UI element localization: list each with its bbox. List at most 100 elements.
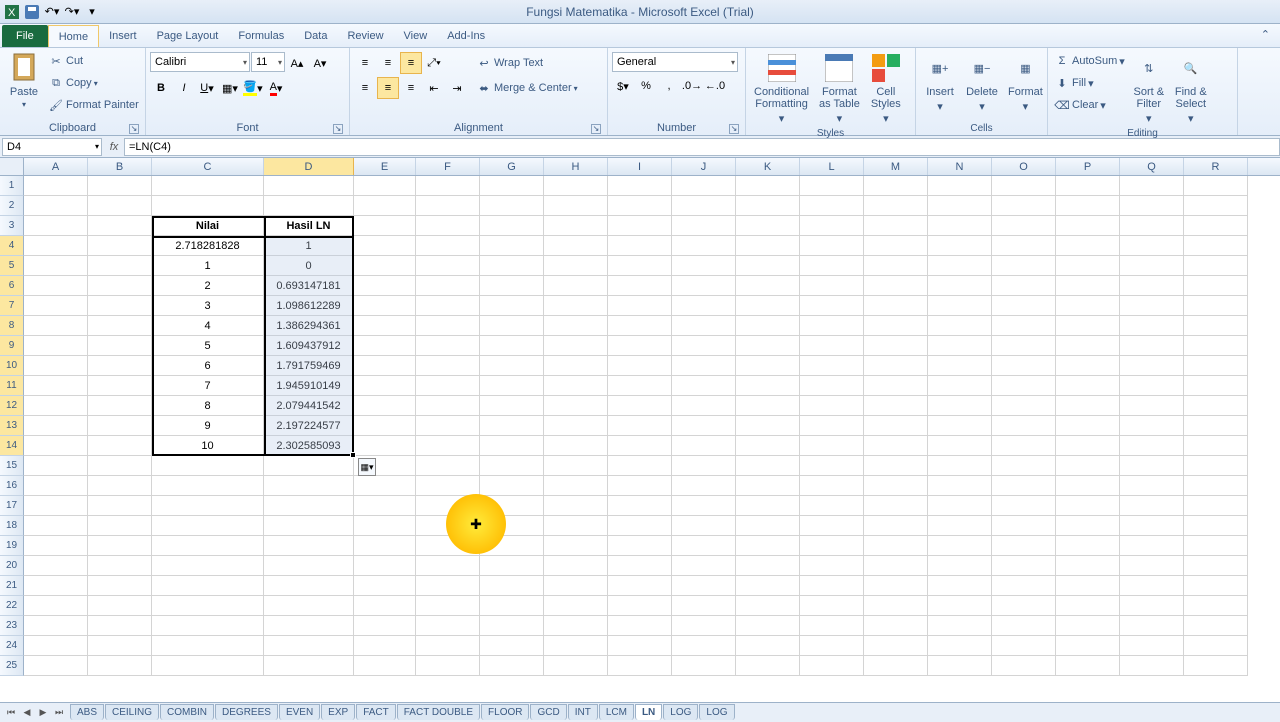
cell[interactable] — [992, 536, 1056, 556]
cell[interactable] — [544, 636, 608, 656]
cell[interactable] — [544, 616, 608, 636]
cell[interactable] — [88, 616, 152, 636]
cell[interactable] — [416, 256, 480, 276]
cell[interactable] — [24, 196, 88, 216]
cell[interactable] — [1120, 656, 1184, 676]
fx-icon[interactable]: fx — [104, 141, 124, 153]
cell[interactable] — [24, 296, 88, 316]
sheet-tab-gcd[interactable]: GCD — [530, 704, 566, 720]
cell[interactable] — [354, 656, 416, 676]
find-select-button[interactable]: 🔍Find & Select▾ — [1171, 50, 1211, 127]
cell[interactable] — [416, 436, 480, 456]
cell[interactable] — [672, 196, 736, 216]
cell[interactable] — [88, 196, 152, 216]
grow-font-button[interactable]: A▴ — [286, 52, 308, 74]
cell[interactable] — [864, 316, 928, 336]
cell[interactable] — [992, 596, 1056, 616]
row-header-1[interactable]: 1 — [0, 176, 24, 196]
cell-styles-button[interactable]: Cell Styles▾ — [866, 50, 906, 127]
row-header-20[interactable]: 20 — [0, 556, 24, 576]
cell[interactable] — [416, 376, 480, 396]
align-middle-button[interactable]: ≡ — [377, 52, 399, 74]
cell[interactable] — [88, 636, 152, 656]
cell[interactable] — [736, 616, 800, 636]
cell[interactable] — [152, 176, 264, 196]
cell[interactable] — [88, 436, 152, 456]
cell[interactable] — [800, 476, 864, 496]
col-header-F[interactable]: F — [416, 158, 480, 175]
cell[interactable] — [736, 536, 800, 556]
cell[interactable] — [152, 516, 264, 536]
cell[interactable] — [152, 596, 264, 616]
cell[interactable] — [480, 356, 544, 376]
col-header-A[interactable]: A — [24, 158, 88, 175]
cell[interactable] — [928, 636, 992, 656]
cell[interactable] — [264, 196, 354, 216]
cell[interactable] — [88, 576, 152, 596]
cell[interactable] — [88, 476, 152, 496]
row-header-3[interactable]: 3 — [0, 216, 24, 236]
cell[interactable] — [354, 516, 416, 536]
sheet-tab-lcm[interactable]: LCM — [599, 704, 634, 720]
fill-handle[interactable] — [350, 452, 356, 458]
cell[interactable] — [1056, 376, 1120, 396]
cell[interactable] — [1184, 196, 1248, 216]
cell[interactable] — [354, 216, 416, 236]
row-header-12[interactable]: 12 — [0, 396, 24, 416]
sheet-tab-fact[interactable]: FACT — [356, 704, 396, 720]
cell[interactable] — [992, 256, 1056, 276]
cell[interactable] — [354, 436, 416, 456]
cell[interactable] — [264, 636, 354, 656]
cell[interactable] — [354, 176, 416, 196]
cell[interactable] — [354, 256, 416, 276]
cell[interactable] — [480, 476, 544, 496]
tab-page-layout[interactable]: Page Layout — [147, 25, 229, 47]
name-box[interactable]: D4 — [2, 138, 102, 156]
cell[interactable]: 5 — [152, 336, 264, 356]
cell[interactable]: 7 — [152, 376, 264, 396]
cell[interactable] — [992, 296, 1056, 316]
cell[interactable] — [24, 376, 88, 396]
cell[interactable] — [416, 196, 480, 216]
cell[interactable] — [928, 436, 992, 456]
align-right-button[interactable]: ≡ — [400, 77, 422, 99]
cell[interactable] — [608, 456, 672, 476]
sheet-tab-fact-double[interactable]: FACT DOUBLE — [397, 704, 480, 720]
underline-button[interactable]: U▾ — [196, 77, 218, 99]
row-header-19[interactable]: 19 — [0, 536, 24, 556]
cell[interactable] — [544, 256, 608, 276]
cell[interactable] — [480, 576, 544, 596]
cell[interactable] — [1184, 556, 1248, 576]
cell[interactable] — [88, 536, 152, 556]
cell[interactable] — [1056, 656, 1120, 676]
cell[interactable] — [544, 456, 608, 476]
cell[interactable] — [24, 636, 88, 656]
cell[interactable] — [152, 196, 264, 216]
file-tab[interactable]: File — [2, 25, 48, 47]
cell[interactable] — [864, 656, 928, 676]
row-header-18[interactable]: 18 — [0, 516, 24, 536]
cell[interactable] — [152, 616, 264, 636]
cell[interactable] — [1120, 376, 1184, 396]
cell[interactable]: 1.791759469 — [264, 356, 354, 376]
clear-button[interactable]: ⌫Clear▾ — [1052, 94, 1127, 116]
cell[interactable] — [24, 436, 88, 456]
font-color-button[interactable]: A▾ — [265, 77, 287, 99]
cell[interactable] — [1120, 496, 1184, 516]
cell[interactable] — [992, 356, 1056, 376]
cell[interactable] — [864, 296, 928, 316]
formula-input[interactable]: =LN(C4) — [124, 138, 1280, 156]
cell[interactable] — [1056, 176, 1120, 196]
cell[interactable] — [864, 536, 928, 556]
cell[interactable] — [354, 596, 416, 616]
cell[interactable] — [152, 556, 264, 576]
cell[interactable] — [1184, 296, 1248, 316]
cell[interactable] — [864, 216, 928, 236]
cell[interactable] — [480, 396, 544, 416]
cell[interactable] — [864, 276, 928, 296]
bold-button[interactable]: B — [150, 77, 172, 99]
cell[interactable] — [608, 476, 672, 496]
cell[interactable] — [928, 176, 992, 196]
col-header-I[interactable]: I — [608, 158, 672, 175]
cell[interactable] — [88, 276, 152, 296]
